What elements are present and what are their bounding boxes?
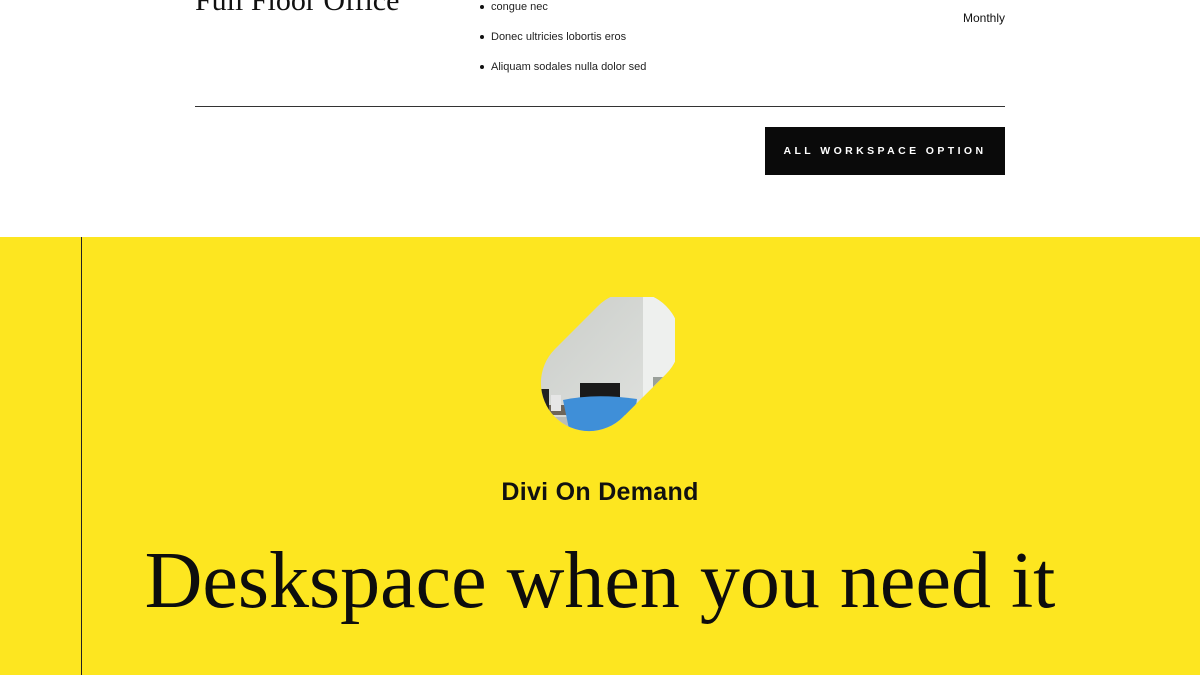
feature-item: Donec ultricies lobortis eros <box>478 30 646 60</box>
workspace-photo <box>525 297 675 457</box>
office-photo-image <box>540 297 675 432</box>
feature-item: Aliquam sodales nulla dolor sed <box>478 60 646 90</box>
feature-item: congue nec <box>478 0 646 30</box>
feature-list: congue nec Donec ultricies lobortis eros… <box>478 0 646 90</box>
billing-period: Monthly <box>962 11 1005 25</box>
hero-section: Divi On Demand Deskspace when you need i… <box>0 237 1200 675</box>
plan-title: Full Floor Office <box>195 0 400 17</box>
hero-eyebrow: Divi On Demand <box>501 478 699 506</box>
hero-headline: Deskspace when you need it <box>144 537 1056 625</box>
divider <box>195 106 1005 107</box>
all-workspace-option-button[interactable]: All Workspace Option <box>765 127 1005 175</box>
workspace-plan-section: Full Floor Office congue nec Donec ultri… <box>0 0 1200 237</box>
